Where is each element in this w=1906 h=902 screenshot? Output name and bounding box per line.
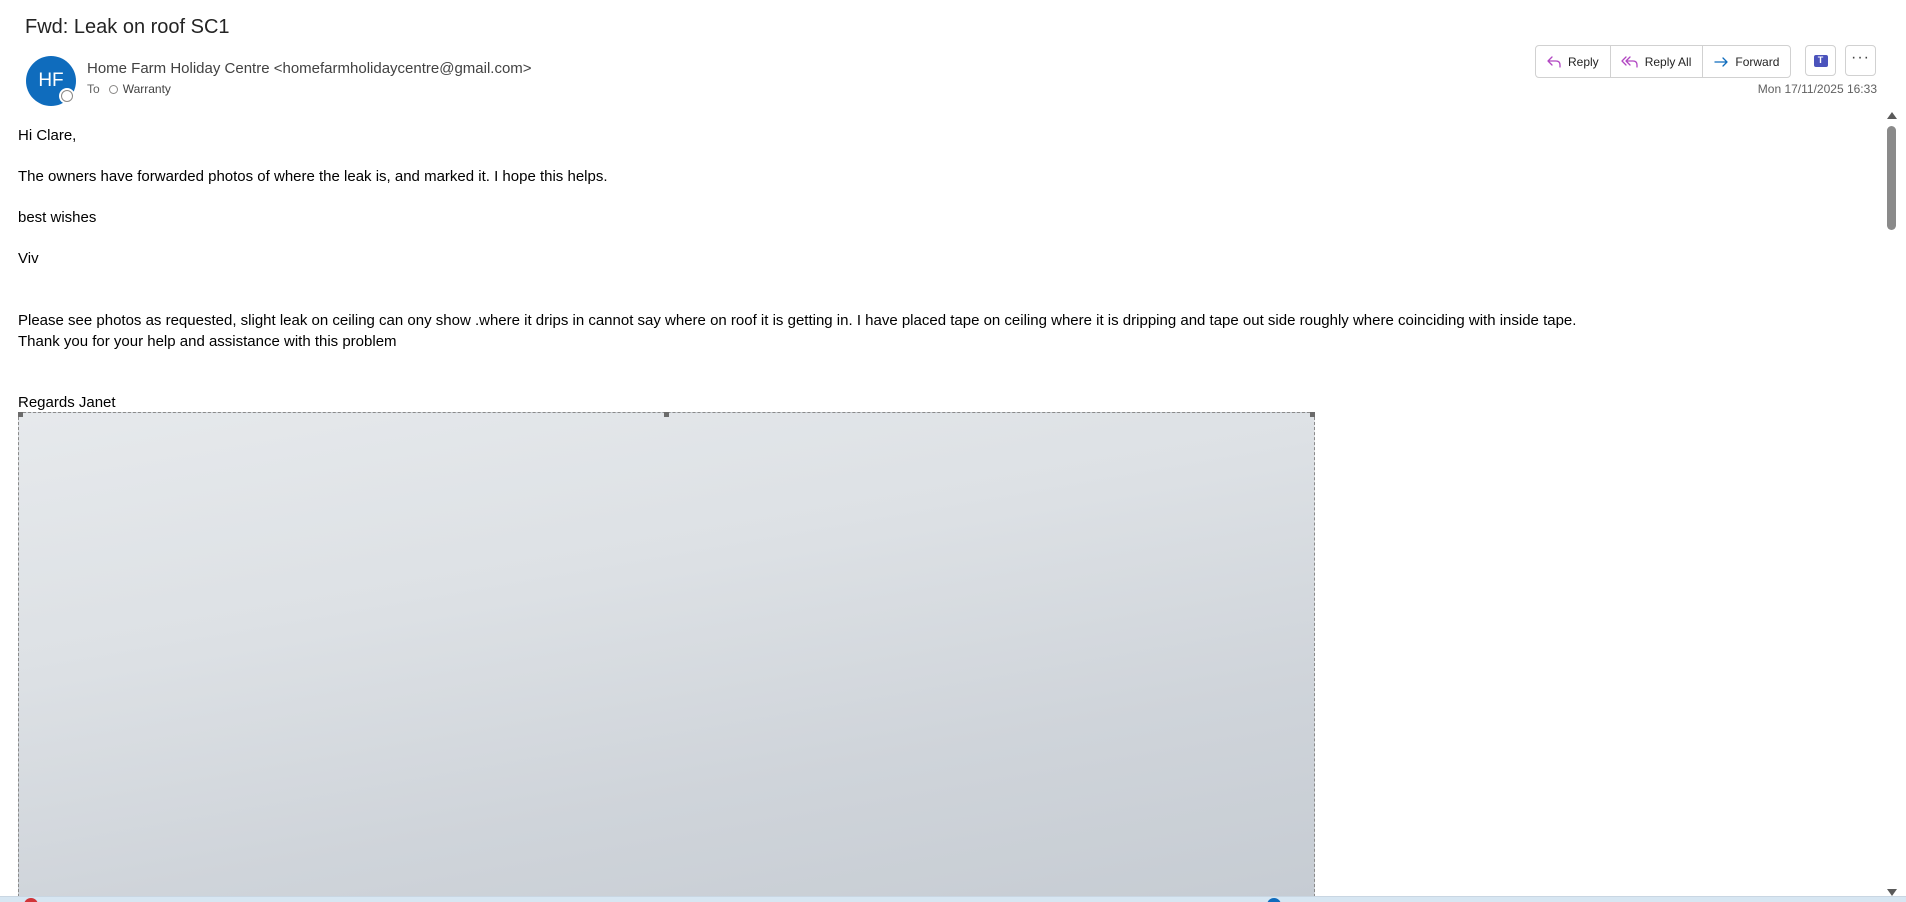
resize-handle[interactable] xyxy=(664,412,669,417)
greeting-text: Hi Clare, xyxy=(18,127,77,144)
forward-label: Forward xyxy=(1735,54,1780,69)
scroll-down-arrow-icon[interactable] xyxy=(1887,889,1897,896)
forward-button[interactable]: Forward xyxy=(1703,46,1790,77)
taskbar-edge xyxy=(0,896,1906,902)
more-options-button[interactable]: ··· xyxy=(1845,45,1876,76)
forwarded-thanks: Thank you for your help and assistance w… xyxy=(18,333,397,350)
avatar-initials: HF xyxy=(38,70,64,91)
forwarded-regards: Regards Janet xyxy=(18,394,116,411)
recipient-name[interactable]: Warranty xyxy=(123,82,171,96)
taskbar-app-icon[interactable] xyxy=(24,898,38,902)
forwarded-paragraph: Please see photos as requested, slight l… xyxy=(18,312,1577,329)
forward-icon xyxy=(1713,55,1729,69)
reply-button[interactable]: Reply xyxy=(1536,46,1611,77)
email-reading-pane: Fwd: Leak on roof SC1 HF Home Farm Holid… xyxy=(0,0,1906,902)
scroll-up-arrow-icon[interactable] xyxy=(1887,112,1897,119)
body-paragraph: The owners have forwarded photos of wher… xyxy=(18,168,608,185)
reply-label: Reply xyxy=(1568,54,1599,69)
to-label: To xyxy=(87,82,100,96)
email-subject: Fwd: Leak on roof SC1 xyxy=(25,16,230,38)
reply-all-label: Reply All xyxy=(1644,54,1692,69)
taskbar-app-icon[interactable] xyxy=(1267,898,1281,902)
recipient-line: To Warranty xyxy=(87,82,171,96)
teams-button[interactable]: T xyxy=(1805,45,1836,76)
attached-photo[interactable] xyxy=(18,412,1315,902)
message-actions: Reply Reply All Forward xyxy=(1535,45,1792,78)
resize-handle[interactable] xyxy=(18,412,23,417)
vertical-scrollbar[interactable] xyxy=(1883,108,1901,896)
teams-icon: T xyxy=(1813,54,1828,67)
scroll-thumb[interactable] xyxy=(1887,126,1896,230)
signature-name: Viv xyxy=(18,250,39,267)
presence-status-icon xyxy=(61,90,73,102)
reply-all-icon xyxy=(1621,55,1639,69)
sent-date: Mon 17/11/2025 16:33 xyxy=(1757,82,1877,96)
reply-icon xyxy=(1546,55,1562,69)
more-options-icon: ··· xyxy=(1851,48,1870,66)
recipient-presence-icon xyxy=(108,84,118,94)
sender-name[interactable]: Home Farm Holiday Centre <homefarmholida… xyxy=(87,60,532,77)
resize-handle[interactable] xyxy=(1310,412,1315,417)
reply-all-button[interactable]: Reply All xyxy=(1611,46,1704,77)
signoff-text: best wishes xyxy=(18,209,97,226)
